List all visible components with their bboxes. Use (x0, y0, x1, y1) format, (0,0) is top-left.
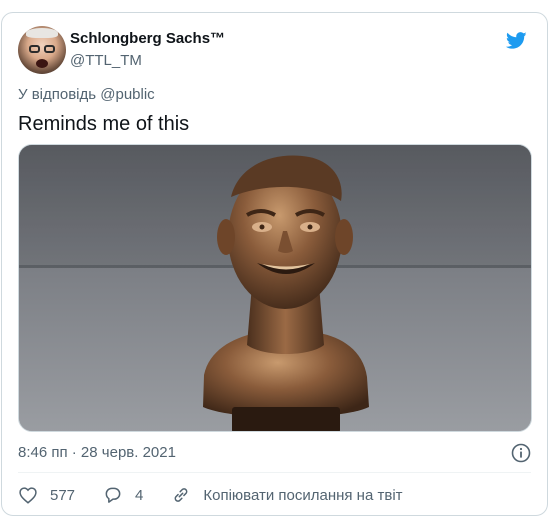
reply-bubble-icon (105, 487, 121, 503)
copy-link-label: Копіювати посилання на твіт (203, 486, 403, 504)
action-bar: 577 4 Копіювати посилання на твіт (18, 482, 431, 508)
reply-button[interactable]: 4 (103, 485, 143, 505)
like-count: 577 (50, 486, 76, 504)
avatar[interactable] (18, 26, 66, 74)
display-name[interactable]: Schlongberg Sachs™ (70, 29, 225, 49)
tweet-media-image[interactable] (18, 144, 532, 432)
copy-link-button[interactable]: Копіювати посилання на твіт (171, 485, 403, 505)
author-block[interactable]: Schlongberg Sachs™ @TTL_TM (70, 29, 225, 71)
tweet-text: Reminds me of this (18, 113, 190, 135)
heart-icon (19, 487, 37, 504)
tweet-card: Schlongberg Sachs™ @TTL_TM У відповідь @… (1, 12, 548, 516)
info-icon[interactable] (511, 443, 531, 463)
like-button[interactable]: 577 (18, 485, 75, 505)
reply-context: У відповідь @public (18, 86, 155, 103)
tweet-header: Schlongberg Sachs™ @TTL_TM (18, 26, 531, 74)
reply-prefix: У відповідь (18, 86, 97, 103)
bust-photo (19, 145, 531, 431)
handle[interactable]: @TTL_TM (70, 51, 225, 71)
tweet-timestamp[interactable]: 8:46 пп · 28 черв. 2021 (18, 444, 176, 461)
reply-count: 4 (135, 486, 144, 504)
link-icon (174, 488, 188, 502)
divider (18, 472, 531, 473)
twitter-bird-icon[interactable] (504, 30, 529, 51)
reply-mention-link[interactable]: @public (100, 86, 154, 103)
